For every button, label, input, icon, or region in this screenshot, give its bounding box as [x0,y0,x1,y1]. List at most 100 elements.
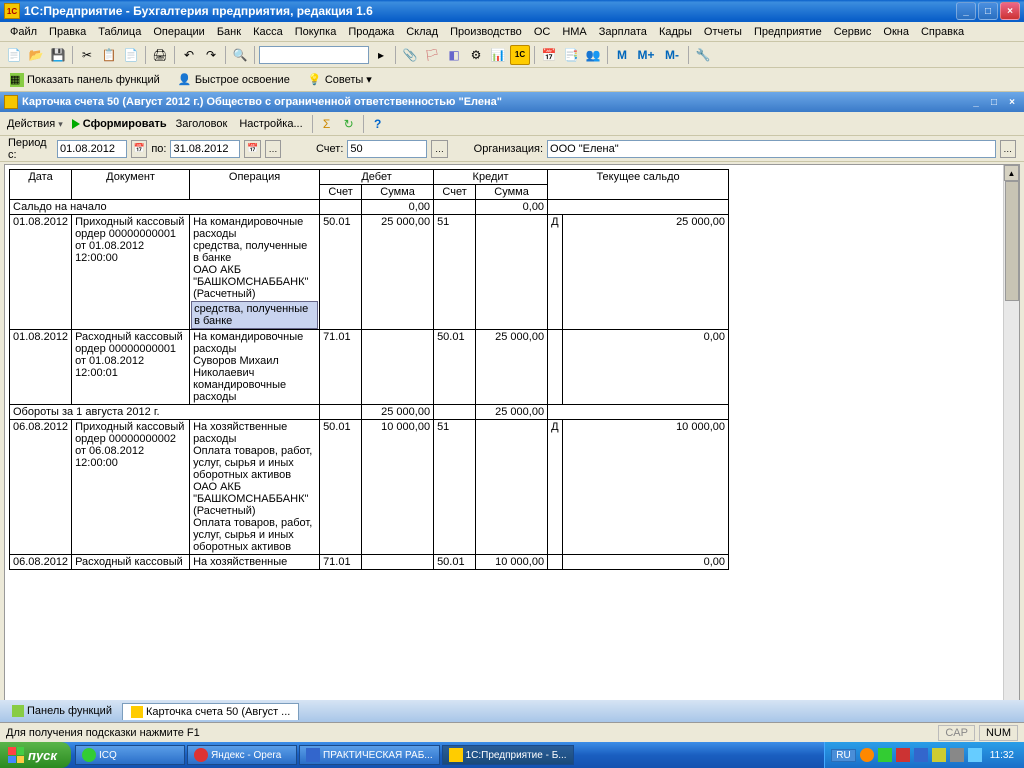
menu-salary[interactable]: Зарплата [593,24,653,40]
tools-icon[interactable]: 🔧 [693,45,713,65]
doc-maximize-button[interactable]: □ [986,95,1002,109]
cell-date: 06.08.2012 [10,420,72,555]
menu-production[interactable]: Производство [444,24,528,40]
help-icon[interactable]: ? [370,116,386,132]
cube-icon[interactable]: ◧ [444,45,464,65]
maximize-button[interactable]: □ [978,2,998,20]
menu-operations[interactable]: Операции [147,24,210,40]
menu-cash[interactable]: Касса [247,24,289,40]
undo-icon[interactable]: ↶ [179,45,199,65]
table-row[interactable]: 06.08.2012 Приходный кассовый ордер 0000… [10,420,729,555]
cell-op: На хозяйственные [190,555,320,570]
tray-icon[interactable] [878,748,892,762]
menu-edit[interactable]: Правка [43,24,92,40]
actions-dropdown[interactable]: Действия ▾ [4,118,66,130]
show-panel-button[interactable]: ▦Показать панель функций [6,71,164,89]
menu-reports[interactable]: Отчеты [698,24,748,40]
menu-buy[interactable]: Покупка [289,24,343,40]
tray-icon[interactable] [860,748,874,762]
status-hint: Для получения подсказки нажмите F1 [6,727,200,739]
taskbar-item-1c[interactable]: 1С:Предприятие - Б... [442,745,574,765]
copy-icon[interactable]: 📋 [99,45,119,65]
menu-sell[interactable]: Продажа [342,24,400,40]
menu-warehouse[interactable]: Склад [400,24,444,40]
doc-minimize-button[interactable]: _ [968,95,984,109]
menu-staff[interactable]: Кадры [653,24,698,40]
vertical-scrollbar[interactable]: ▲ ▼ [1003,165,1019,735]
cut-icon[interactable]: ✂ [77,45,97,65]
period-to-input[interactable] [170,140,240,158]
taskbar-item-opera[interactable]: Яндекс - Opera [187,745,297,765]
clock[interactable]: 11:32 [986,750,1018,761]
language-indicator[interactable]: RU [831,749,855,762]
menu-os[interactable]: ОС [528,24,557,40]
table-row[interactable]: 01.08.2012 Приходный кассовый ордер 0000… [10,215,729,330]
account-input[interactable] [347,140,427,158]
m-button[interactable]: M [612,45,632,65]
sum-icon[interactable]: Σ [319,116,335,132]
period-to-picker-button[interactable]: 📅 [244,140,260,158]
start-button[interactable]: пуск [0,742,71,768]
tab-card[interactable]: Карточка счета 50 (Август ... [122,703,299,720]
scroll-thumb[interactable] [1005,181,1019,301]
header-button[interactable]: Заголовок [173,118,231,130]
col-balance: Текущее сальдо [548,170,729,200]
find-icon[interactable]: 🔍 [230,45,250,65]
menu-windows[interactable]: Окна [877,24,915,40]
tab-panel-functions[interactable]: Панель функций [4,703,120,719]
doc-close-button[interactable]: × [1004,95,1020,109]
period-from-input[interactable] [57,140,127,158]
paste-icon[interactable]: 📄 [121,45,141,65]
table-row[interactable]: 01.08.2012 Расходный кассовый ордер 0000… [10,330,729,405]
period-from-picker-button[interactable]: 📅 [131,140,147,158]
new-icon[interactable]: 📄 [4,45,24,65]
form-button[interactable]: Сформировать [72,118,167,130]
mminus-button[interactable]: M- [660,45,684,65]
period-range-button[interactable]: … [265,140,281,158]
redo-icon[interactable]: ↷ [201,45,221,65]
attach-icon[interactable]: 📎 [400,45,420,65]
save-icon[interactable]: 💾 [48,45,68,65]
users-icon[interactable]: 👥 [583,45,603,65]
1c-icon[interactable]: 1C [510,45,530,65]
minimize-button[interactable]: _ [956,2,976,20]
open-icon[interactable]: 📂 [26,45,46,65]
play-icon [72,119,80,129]
go-icon[interactable]: ▸ [371,45,391,65]
menu-nma[interactable]: НМА [556,24,592,40]
menu-bank[interactable]: Банк [211,24,247,40]
menu-help[interactable]: Справка [915,24,970,40]
menu-table[interactable]: Таблица [92,24,147,40]
tray-icon[interactable] [950,748,964,762]
menu-file[interactable]: Файл [4,24,43,40]
highlighted-text[interactable]: средства, полученные в банке [191,301,318,329]
refresh-icon[interactable]: ↻ [341,116,357,132]
org-picker-button[interactable]: … [1000,140,1016,158]
taskbar-item-icq[interactable]: ICQ [75,745,185,765]
flag-icon[interactable]: 🏳 [422,45,442,65]
fast-learn-button[interactable]: 👤Быстрое освоение [174,71,294,89]
opening-debit: 0,00 [362,200,434,215]
advice-button[interactable]: 💡Советы▾ [304,71,376,89]
menu-service[interactable]: Сервис [828,24,878,40]
doc2-icon[interactable]: 📑 [561,45,581,65]
settings-button[interactable]: Настройка... [236,118,305,130]
gear-icon[interactable]: ⚙ [466,45,486,65]
tray-icon[interactable] [896,748,910,762]
tray-icon[interactable] [932,748,946,762]
calendar-icon[interactable]: 📅 [539,45,559,65]
taskbar-item-word[interactable]: ПРАКТИЧЕСКАЯ РАБ... [299,745,440,765]
tray-icon[interactable] [968,748,982,762]
scroll-up-button[interactable]: ▲ [1004,165,1019,181]
print-icon[interactable]: 🖨 [150,45,170,65]
menu-enterprise[interactable]: Предприятие [748,24,828,40]
org-input[interactable] [547,140,996,158]
mplus-button[interactable]: M+ [634,45,658,65]
table-row[interactable]: 06.08.2012 Расходный кассовый На хозяйст… [10,555,729,570]
chart-icon[interactable]: 📊 [488,45,508,65]
turnover-credit: 25 000,00 [476,405,548,420]
close-button[interactable]: × [1000,2,1020,20]
address-input[interactable] [259,46,369,64]
account-picker-button[interactable]: … [431,140,447,158]
tray-icon[interactable] [914,748,928,762]
